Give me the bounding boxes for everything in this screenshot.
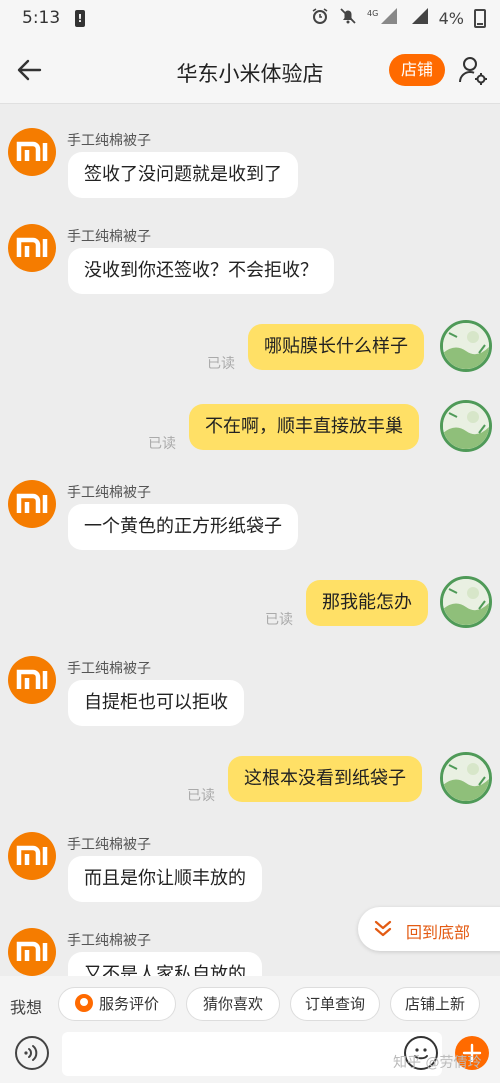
quick-reply-bar: 我想 服务评价 猜你喜欢 订单查询 店铺上新 [0,976,500,1032]
service-review-icon [74,994,93,1012]
mi-logo-icon [16,237,48,257]
mi-logo-icon [16,141,48,161]
message-bubble[interactable]: 那我能怎办 [306,580,428,626]
store-avatar[interactable] [8,832,56,880]
mute-icon [339,7,357,29]
jump-to-bottom-button[interactable]: 回到底部 [358,907,500,951]
svg-text:4G: 4G [367,9,378,18]
user-avatar[interactable] [440,752,492,804]
read-status: 已读 [187,788,215,804]
sender-name: 手工纯棉被子 [67,661,151,677]
mi-logo-icon [16,941,48,961]
store-avatar[interactable] [8,928,56,976]
quick-reply-title: 我想 [10,998,43,1017]
read-status: 已读 [207,356,235,372]
read-status: 已读 [148,436,176,452]
mi-logo-icon [16,845,48,865]
alarm-icon [311,7,329,29]
sender-name: 手工纯棉被子 [67,485,151,501]
message-bubble[interactable]: 不在啊，顺丰直接放丰巢 [189,404,419,450]
user-settings-icon[interactable] [457,54,489,86]
store-avatar[interactable] [8,480,56,528]
quick-reply-order-query[interactable]: 订单查询 [290,987,380,1021]
user-avatar[interactable] [440,400,492,452]
message-bubble[interactable]: 这根本没看到纸袋子 [228,756,422,802]
sender-name: 手工纯棉被子 [67,133,151,149]
user-avatar[interactable] [440,320,492,372]
user-avatar[interactable] [440,576,492,628]
status-bar: 5:13 ! 4G 4% [0,0,500,38]
sender-name: 手工纯棉被子 [67,933,151,949]
signal-4g-icon: 4G [367,7,401,29]
message-bubble[interactable]: 签收了没问题就是收到了 [68,152,298,198]
signal-icon [411,7,429,29]
message-bubble[interactable]: 又不是人家私自放的 [68,952,262,976]
message-bubble[interactable]: 哪贴膜长什么样子 [248,324,424,370]
avatar-image-icon [443,755,489,801]
quick-reply-guess-you-like[interactable]: 猜你喜欢 [186,987,280,1021]
quick-reply-new-arrivals[interactable]: 店铺上新 [390,987,480,1021]
status-time: 5:13 [22,8,61,28]
avatar-image-icon [443,579,489,625]
chip-label: 店铺上新 [404,995,465,1013]
chat-header: 华东小米体验店 店铺 [0,38,500,104]
store-avatar[interactable] [8,128,56,176]
chip-label: 订单查询 [304,995,365,1013]
chip-label: 猜你喜欢 [202,995,263,1013]
message-bubble[interactable]: 没收到你还签收？不会拒收？ [68,248,334,294]
battery-text: 4% [438,8,464,28]
avatar-image-icon [443,403,489,449]
battery-icon [474,8,486,28]
sender-name: 手工纯棉被子 [67,229,151,245]
message-list[interactable]: 手工纯棉被子 签收了没问题就是收到了 手工纯棉被子 没收到你还签收？不会拒收？ … [0,104,500,976]
double-chevron-down-icon [374,919,392,939]
message-bubble[interactable]: 一个黄色的正方形纸袋子 [68,504,298,550]
alert-icon: ! [75,10,85,27]
store-avatar[interactable] [8,224,56,272]
store-avatar[interactable] [8,656,56,704]
sender-name: 手工纯棉被子 [67,837,151,853]
mi-logo-icon [16,493,48,513]
mi-logo-icon [16,669,48,689]
watermark: 知乎 @劳倩玲 [393,1055,482,1071]
quick-reply-service-review[interactable]: 服务评价 [58,987,176,1021]
message-input[interactable] [62,1032,442,1076]
avatar-image-icon [443,323,489,369]
read-status: 已读 [265,612,293,628]
chip-label: 服务评价 [98,995,159,1013]
message-bubble[interactable]: 而且是你让顺丰放的 [68,856,262,902]
message-bubble[interactable]: 自提柜也可以拒收 [68,680,244,726]
status-icons: 4G 4% [311,8,486,28]
jump-to-bottom-label: 回到底部 [406,923,471,942]
store-button[interactable]: 店铺 [389,54,445,86]
voice-icon[interactable] [15,1036,49,1070]
